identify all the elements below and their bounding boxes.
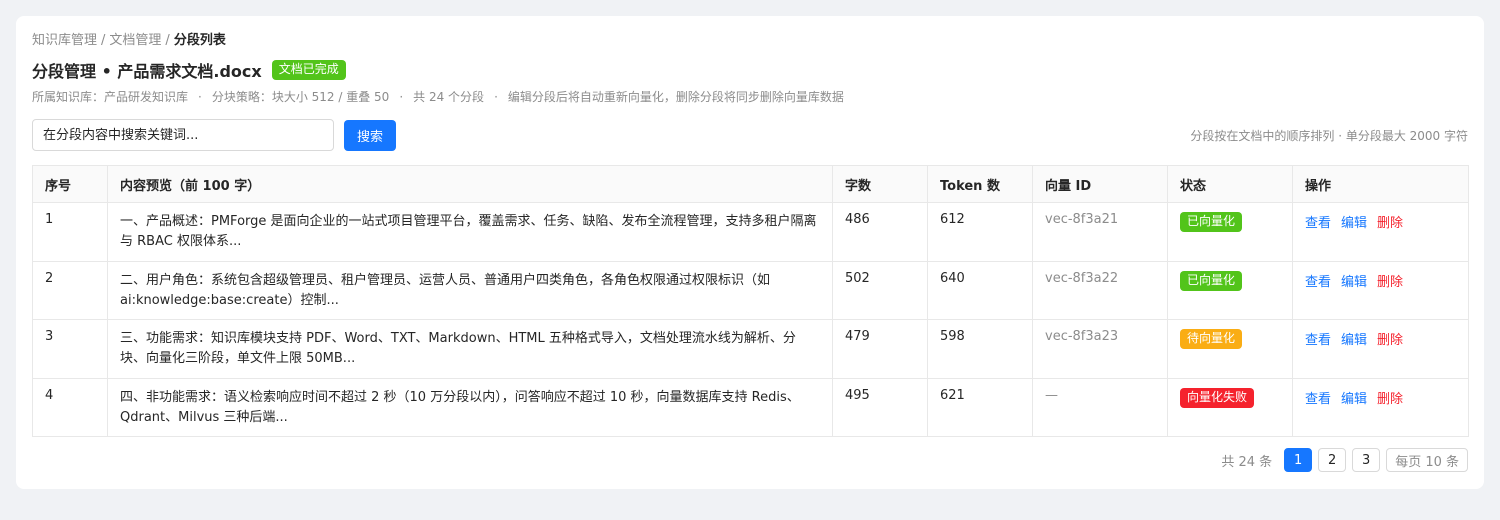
table-header-row: 序号 内容预览（前 100 字） 字数 Token 数 向量 ID 状态 操作 <box>32 165 1469 203</box>
meta-knowledge-base: 所属知识库：产品研发知识库 <box>32 90 189 104</box>
status-badge: 已向量化 <box>1180 212 1243 232</box>
table-row: 2 二、用户角色：系统包含超级管理员、租户管理员、运营人员、普通用户四类角色，各… <box>32 260 1469 320</box>
segment-status-cell: 已向量化 <box>1167 202 1293 262</box>
table-row: 4 四、非功能需求：语义检索响应时间不超过 2 秒（10 万分段以内），问答响应… <box>32 377 1469 437</box>
column-header-preview: 内容预览（前 100 字） <box>107 165 833 203</box>
view-button[interactable]: 查看 <box>1305 216 1331 231</box>
segment-chars: 502 <box>832 260 928 320</box>
segment-preview: 四、非功能需求：语义检索响应时间不超过 2 秒（10 万分段以内），问答响应不超… <box>107 377 833 437</box>
segment-actions: 查看 编辑 删除 <box>1292 377 1469 437</box>
breadcrumb: 知识库管理 / 文档管理 / 分段列表 <box>32 32 1468 50</box>
segment-tokens: 598 <box>927 319 1033 379</box>
segment-actions: 查看 编辑 删除 <box>1292 319 1469 379</box>
column-header-tokens: Token 数 <box>927 165 1033 203</box>
meta-chunk-strategy: 分块策略：块大小 512 / 重叠 50 <box>211 90 390 104</box>
segment-vector-id: vec-8f3a23 <box>1032 319 1168 379</box>
segment-chars: 479 <box>832 319 928 379</box>
segment-index: 1 <box>32 202 108 262</box>
segment-preview: 三、功能需求：知识库模块支持 PDF、Word、TXT、Markdown、HTM… <box>107 319 833 379</box>
page-title: 分段管理 • 产品需求文档.docx <box>32 62 262 81</box>
view-button[interactable]: 查看 <box>1305 333 1331 348</box>
segment-status-cell: 待向量化 <box>1167 319 1293 379</box>
column-header-actions: 操作 <box>1292 165 1469 203</box>
edit-button[interactable]: 编辑 <box>1341 216 1367 231</box>
edit-button[interactable]: 编辑 <box>1341 275 1367 290</box>
breadcrumb-separator: / <box>165 33 170 48</box>
page-button-2[interactable]: 2 <box>1318 448 1347 472</box>
segment-index: 3 <box>32 319 108 379</box>
segment-vector-id: vec-8f3a21 <box>1032 202 1168 262</box>
title-row: 分段管理 • 产品需求文档.docx 文档已完成 <box>32 58 1468 82</box>
column-header-chars: 字数 <box>832 165 928 203</box>
breadcrumb-separator: / <box>101 33 106 48</box>
column-header-vector-id: 向量 ID <box>1032 165 1168 203</box>
segment-tokens: 640 <box>927 260 1033 320</box>
search-toolbar: 搜索 分段按在文档中的顺序排列 · 单分段最大 2000 字符 <box>32 119 1468 151</box>
segment-status-cell: 向量化失败 <box>1167 377 1293 437</box>
segment-chars: 486 <box>832 202 928 262</box>
segment-actions: 查看 编辑 删除 <box>1292 260 1469 320</box>
search-input[interactable] <box>32 119 334 151</box>
page-button-3[interactable]: 3 <box>1352 448 1381 472</box>
segment-vector-id: — <box>1032 377 1168 437</box>
breadcrumb-item-document[interactable]: 文档管理 <box>109 33 161 48</box>
status-badge: 向量化失败 <box>1180 387 1255 408</box>
search-button[interactable]: 搜索 <box>344 119 396 151</box>
page-button-1[interactable]: 1 <box>1284 448 1313 472</box>
segment-table: 序号 内容预览（前 100 字） 字数 Token 数 向量 ID 状态 操作 … <box>32 165 1469 437</box>
segment-index: 4 <box>32 377 108 437</box>
document-status-badge: 文档已完成 <box>271 60 346 80</box>
table-row: 3 三、功能需求：知识库模块支持 PDF、Word、TXT、Markdown、H… <box>32 319 1469 379</box>
segment-actions: 查看 编辑 删除 <box>1292 202 1469 262</box>
page-size-select[interactable]: 每页 10 条 <box>1386 448 1468 472</box>
column-header-status: 状态 <box>1167 165 1293 203</box>
segment-list-card: 知识库管理 / 文档管理 / 分段列表 分段管理 • 产品需求文档.docx 文档已完成… <box>16 16 1484 489</box>
ordering-hint: 分段按在文档中的顺序排列 · 单分段最大 2000 字符 <box>1190 128 1468 143</box>
status-badge: 已向量化 <box>1180 270 1243 291</box>
breadcrumb-item-knowledge-base[interactable]: 知识库管理 <box>32 33 97 48</box>
pagination: 共 24 条 1 2 3 每页 10 条 <box>1221 448 1468 472</box>
status-badge: 待向量化 <box>1180 329 1243 349</box>
breadcrumb-current: 分段列表 <box>173 33 226 48</box>
meta-separator: · <box>198 90 202 104</box>
segment-chars: 495 <box>832 377 928 437</box>
meta-separator: · <box>399 90 404 104</box>
meta-segment-total: 共 24 个分段 <box>413 90 485 104</box>
meta-note: 编辑分段后将自动重新向量化，删除分段将同步删除向量库数据 <box>507 90 844 104</box>
column-header-index: 序号 <box>32 165 108 203</box>
edit-button[interactable]: 编辑 <box>1341 392 1367 407</box>
segment-vector-id: vec-8f3a22 <box>1032 260 1168 320</box>
delete-button[interactable]: 删除 <box>1377 275 1403 290</box>
meta-separator: · <box>494 90 498 104</box>
view-button[interactable]: 查看 <box>1305 275 1331 290</box>
segment-tokens: 621 <box>927 377 1033 437</box>
edit-button[interactable]: 编辑 <box>1341 333 1367 348</box>
delete-button[interactable]: 删除 <box>1377 216 1403 231</box>
segment-status-cell: 已向量化 <box>1167 260 1293 320</box>
delete-button[interactable]: 删除 <box>1377 392 1403 407</box>
segment-preview: 一、产品概述：PMForge 是面向企业的一站式项目管理平台，覆盖需求、任务、缺… <box>107 202 833 262</box>
view-button[interactable]: 查看 <box>1305 392 1331 407</box>
segment-preview: 二、用户角色：系统包含超级管理员、租户管理员、运营人员、普通用户四类角色，各角色… <box>107 260 833 320</box>
pagination-total: 共 24 条 <box>1221 454 1273 470</box>
table-row: 1 一、产品概述：PMForge 是面向企业的一站式项目管理平台，覆盖需求、任务… <box>32 202 1469 262</box>
delete-button[interactable]: 删除 <box>1377 333 1403 348</box>
segment-index: 2 <box>32 260 108 320</box>
document-meta: 所属知识库：产品研发知识库 · 分块策略：块大小 512 / 重叠 50 · 共 24 … <box>32 89 1468 105</box>
segment-tokens: 612 <box>927 202 1033 262</box>
